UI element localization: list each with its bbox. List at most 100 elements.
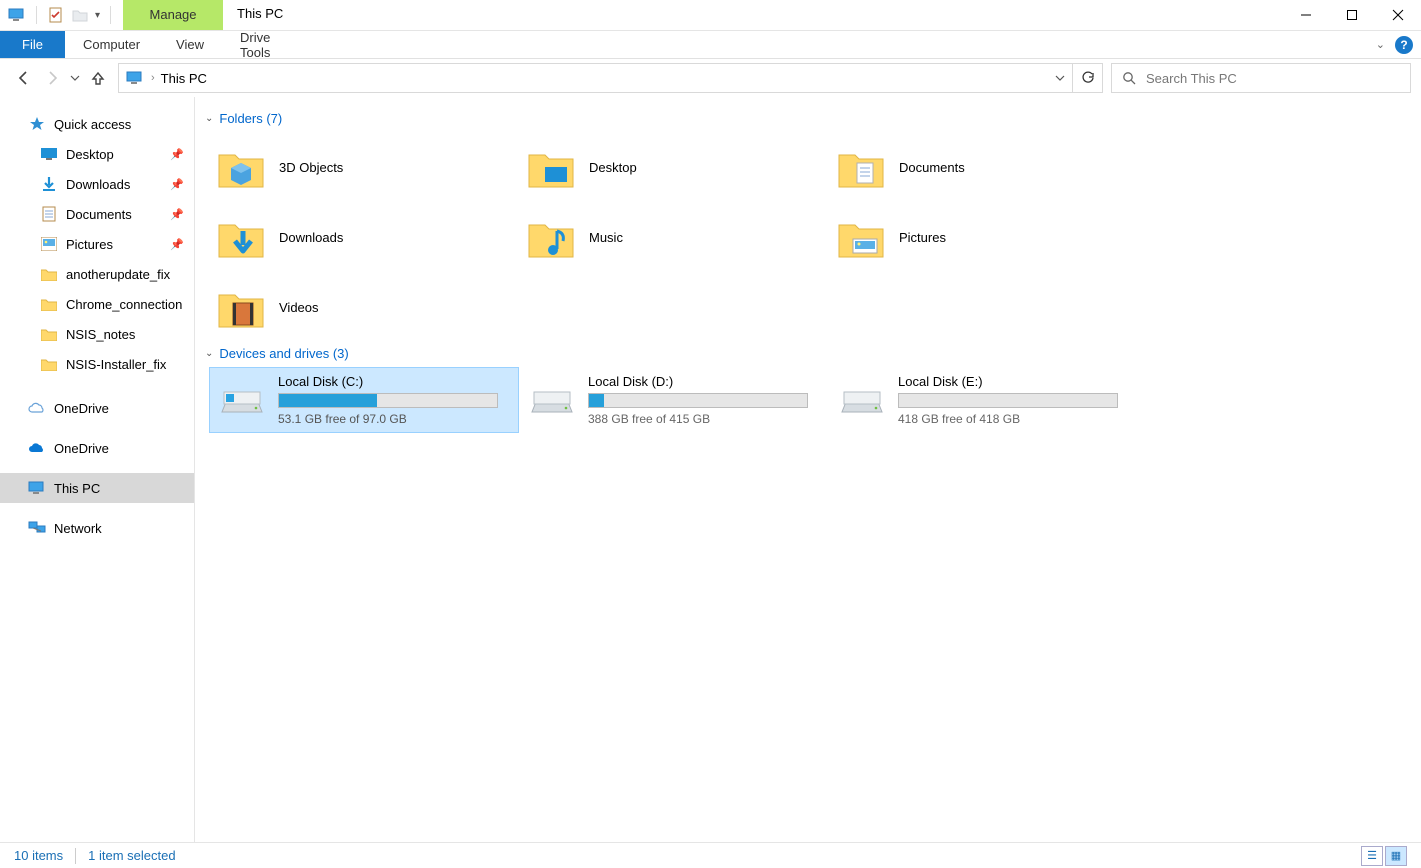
- drive-icon: [528, 376, 576, 424]
- status-item-count: 10 items: [14, 848, 63, 863]
- folder-label: Videos: [279, 300, 319, 315]
- back-button[interactable]: [10, 64, 38, 92]
- chevron-down-icon: ⌄: [205, 113, 213, 124]
- folder-icon: [40, 265, 58, 283]
- maximize-button[interactable]: [1329, 0, 1375, 30]
- recent-locations-dropdown[interactable]: [66, 64, 84, 92]
- sidebar-item-label: Downloads: [66, 177, 130, 192]
- sidebar-this-pc[interactable]: This PC: [0, 473, 194, 503]
- pin-icon: 📌: [170, 148, 184, 161]
- separator: [75, 848, 76, 864]
- view-large-icons-button[interactable]: ▦: [1385, 846, 1407, 866]
- sidebar-item-downloads[interactable]: Downloads 📌: [0, 169, 194, 199]
- drive-item[interactable]: Local Disk (C:)53.1 GB free of 97.0 GB: [209, 367, 519, 433]
- search-icon: [1122, 71, 1136, 85]
- sidebar-item-label: Chrome_connection: [66, 297, 182, 312]
- pin-icon: 📌: [170, 208, 184, 221]
- quick-access-toolbar: ▾: [0, 0, 123, 30]
- sidebar-item-pictures[interactable]: Pictures 📌: [0, 229, 194, 259]
- search-input[interactable]: [1146, 71, 1400, 86]
- tab-view[interactable]: View: [158, 31, 222, 58]
- sidebar-item-folder[interactable]: NSIS-Installer_fix: [0, 349, 194, 379]
- section-header-folders[interactable]: ⌄ Folders (7): [195, 107, 1421, 132]
- sidebar-item-label: OneDrive: [54, 401, 109, 416]
- properties-icon[interactable]: [47, 6, 65, 24]
- folder-desktop[interactable]: Desktop: [519, 132, 829, 202]
- drive-icon: [838, 376, 886, 424]
- quickaccess-icon: [28, 115, 46, 133]
- sidebar-item-label: Pictures: [66, 237, 113, 252]
- ribbon-tabs: File Computer View Drive Tools ⌄ ?: [0, 31, 1421, 59]
- address-bar[interactable]: › This PC: [118, 63, 1103, 93]
- help-icon[interactable]: ?: [1395, 36, 1413, 54]
- folder-label: 3D Objects: [279, 160, 343, 175]
- contextual-tab-group: Manage: [123, 0, 223, 30]
- sidebar-item-documents[interactable]: Documents 📌: [0, 199, 194, 229]
- search-box[interactable]: [1111, 63, 1411, 93]
- up-button[interactable]: [84, 64, 112, 92]
- newfolder-icon[interactable]: [71, 6, 89, 24]
- manage-label: Manage: [150, 7, 197, 22]
- sidebar-item-folder[interactable]: NSIS_notes: [0, 319, 194, 349]
- close-button[interactable]: [1375, 0, 1421, 30]
- drive-item[interactable]: Local Disk (D:) 388 GB free of 415 GB: [519, 367, 829, 433]
- sidebar-quick-access[interactable]: Quick access: [0, 109, 194, 139]
- view-details-button[interactable]: ☰: [1361, 846, 1383, 866]
- tab-file[interactable]: File: [0, 31, 65, 58]
- tab-drive-tools[interactable]: Drive Tools: [222, 31, 322, 58]
- sidebar-item-label: NSIS_notes: [66, 327, 135, 342]
- thispc-icon: [28, 479, 46, 497]
- folder-music[interactable]: Music: [519, 202, 829, 272]
- sidebar-item-label: anotherupdate_fix: [66, 267, 170, 282]
- pictures-folder-icon: [837, 213, 885, 261]
- sidebar-onedrive[interactable]: OneDrive: [0, 433, 194, 463]
- folder-pictures[interactable]: Pictures: [829, 202, 1139, 272]
- refresh-button[interactable]: [1072, 64, 1102, 92]
- forward-button[interactable]: [38, 64, 66, 92]
- music-folder-icon: [527, 213, 575, 261]
- status-selection: 1 item selected: [88, 848, 175, 863]
- sidebar-item-folder[interactable]: anotherupdate_fix: [0, 259, 194, 289]
- documents-icon: [40, 205, 58, 223]
- manage-context-tab[interactable]: Manage: [123, 0, 223, 30]
- folder-documents[interactable]: Documents: [829, 132, 1139, 202]
- breadcrumb-location[interactable]: This PC: [159, 71, 207, 86]
- section-header-drives[interactable]: ⌄ Devices and drives (3): [195, 342, 1421, 367]
- breadcrumb-chevron-icon[interactable]: ›: [151, 72, 155, 84]
- minimize-button[interactable]: [1283, 0, 1329, 30]
- ribbon-collapse-icon[interactable]: ⌄: [1376, 38, 1385, 51]
- separator: [36, 6, 37, 24]
- drive-free-text: 418 GB free of 418 GB: [898, 412, 1118, 426]
- sidebar-item-folder[interactable]: Chrome_connection: [0, 289, 194, 319]
- sidebar-item-desktop[interactable]: Desktop 📌: [0, 139, 194, 169]
- address-history-dropdown[interactable]: [1046, 64, 1072, 92]
- drive-label: Local Disk (D:): [588, 374, 808, 389]
- qat-dropdown-icon[interactable]: ▾: [95, 10, 100, 21]
- folder-videos[interactable]: Videos: [209, 272, 519, 342]
- status-bar: 10 items 1 item selected ☰ ▦: [0, 842, 1421, 868]
- sidebar-onedrive[interactable]: OneDrive: [0, 393, 194, 423]
- sidebar-item-label: NSIS-Installer_fix: [66, 357, 166, 372]
- network-icon: [28, 519, 46, 537]
- section-title: Devices and drives (3): [219, 346, 348, 361]
- drives-grid: Local Disk (C:)53.1 GB free of 97.0 GBLo…: [195, 367, 1421, 433]
- folders-grid: 3D Objects Desktop Documents Downloads M…: [195, 132, 1421, 342]
- drive-label: Local Disk (C:): [278, 374, 498, 389]
- folder-label: Downloads: [279, 230, 343, 245]
- downloads-icon: [40, 175, 58, 193]
- desktop-icon: [40, 145, 58, 163]
- tab-computer[interactable]: Computer: [65, 31, 158, 58]
- drive-label: Local Disk (E:): [898, 374, 1118, 389]
- drive-item[interactable]: Local Disk (E:) 418 GB free of 418 GB: [829, 367, 1139, 433]
- drive-icon: [218, 376, 266, 424]
- drive-free-text: 388 GB free of 415 GB: [588, 412, 808, 426]
- drive-usage-bar: [278, 393, 498, 408]
- folder-downloads[interactable]: Downloads: [209, 202, 519, 272]
- sidebar-network[interactable]: Network: [0, 513, 194, 543]
- videos-folder-icon: [217, 283, 265, 331]
- folder-3d-objects[interactable]: 3D Objects: [209, 132, 519, 202]
- sidebar-item-label: OneDrive: [54, 441, 109, 456]
- content-pane: ⌄ Folders (7) 3D Objects Desktop Documen…: [195, 97, 1421, 842]
- navigation-bar: › This PC: [0, 59, 1421, 97]
- sidebar-item-label: This PC: [54, 481, 100, 496]
